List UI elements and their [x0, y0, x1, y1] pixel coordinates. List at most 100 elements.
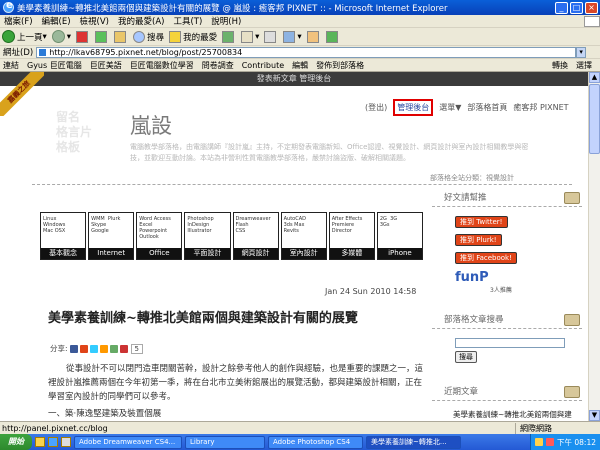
contribute-button[interactable]: Contribute: [242, 61, 284, 70]
menubar: 檔案(F) 編輯(E) 檢視(V) 我的最愛(A) 工具(T) 說明(H): [0, 15, 600, 28]
recent-widget-title: 近期文章: [432, 384, 582, 401]
directory-link[interactable]: 部落格首頁: [467, 102, 507, 113]
vertical-scrollbar[interactable]: ▲ ▼: [588, 72, 600, 421]
category-multimedia[interactable]: After Effects Premiere Director 多媒體: [328, 212, 375, 260]
tray-icon[interactable]: [546, 438, 554, 446]
stop-icon: [76, 30, 89, 43]
category-graphic-design[interactable]: Photoshop InDesign Illustrator 平面設計: [184, 212, 231, 260]
category-web-design[interactable]: Dreamweaver Flash CSS 網頁設計: [232, 212, 279, 260]
address-label: 網址(D): [3, 48, 34, 58]
task-ie-active[interactable]: 美學素養訓練~轉推北...: [366, 435, 461, 449]
edit-page-button[interactable]: 編輯: [292, 60, 308, 71]
share-row: 分享: 5: [50, 343, 143, 354]
menu-edit[interactable]: 編輯(E): [42, 15, 71, 27]
logout-link[interactable]: (登出): [365, 102, 387, 113]
task-photoshop[interactable]: Adobe Photoshop CS4: [268, 435, 363, 449]
blog-search-input[interactable]: [455, 338, 565, 348]
facebook-button[interactable]: 推到 Facebook!: [455, 252, 517, 264]
quicklaunch-icon[interactable]: [35, 437, 45, 447]
category-iphone[interactable]: 2G 3G 3Gs iPhone: [376, 212, 423, 260]
pixnet-link[interactable]: 癒客邦 PIXNET: [513, 102, 568, 113]
address-input[interactable]: http://lkav68795.pixnet.net/blog/post/25…: [36, 46, 577, 58]
stop-button[interactable]: [76, 30, 90, 43]
link-gyus[interactable]: Gyus 巨匠電腦: [27, 60, 82, 71]
task-dreamweaver[interactable]: Adobe Dreamweaver CS4...: [74, 435, 182, 449]
category-basics[interactable]: Linux Windows Mac OSX 基本觀念: [40, 212, 87, 260]
share-icon[interactable]: [109, 344, 118, 353]
facebook-icon[interactable]: [69, 344, 78, 353]
favorites-button[interactable]: 我的最愛: [169, 30, 217, 43]
blog-top-nav[interactable]: 發表新文章 管理後台: [0, 72, 588, 86]
scroll-up-button[interactable]: ▲: [589, 72, 600, 83]
ie-icon: [3, 0, 14, 13]
blog-title[interactable]: 嵐設: [130, 110, 172, 140]
select-button[interactable]: 選擇: [576, 60, 592, 71]
history-button[interactable]: [222, 30, 236, 43]
category-internet[interactable]: WMM Plurk Skype Google Internet: [88, 212, 135, 260]
forward-button[interactable]: ▾: [51, 30, 71, 43]
menu-file[interactable]: 檔案(F): [4, 15, 33, 27]
menu-help[interactable]: 說明(H): [211, 15, 241, 27]
link-elearning[interactable]: 巨匠電腦數位學習: [130, 60, 194, 71]
menu-favorites[interactable]: 我的最愛(A): [118, 15, 164, 27]
window-titlebar: 美學素養訓練~轉推北美館兩個與建築設計有關的展覽 @ 嵐設 : 癒客邦 PIXN…: [0, 0, 600, 15]
scroll-down-button[interactable]: ▼: [589, 410, 600, 421]
funp-logo[interactable]: funP: [455, 270, 489, 285]
edit-button[interactable]: ▾: [283, 30, 302, 43]
window-title: 美學素養訓練~轉推北美館兩個與建築設計有關的展覽 @ 嵐設 : 癒客邦 PIXN…: [17, 3, 448, 14]
admin-link[interactable]: 管理後台: [393, 99, 434, 116]
home-button[interactable]: [114, 30, 128, 43]
minimize-button[interactable]: _: [555, 1, 568, 14]
close-button[interactable]: ×: [585, 1, 598, 14]
discuss-icon: [306, 30, 319, 43]
blog-search-button[interactable]: 搜尋: [455, 351, 477, 363]
refresh-button[interactable]: [95, 30, 109, 43]
link-english[interactable]: 巨匠美語: [90, 60, 122, 71]
mail-icon: [241, 30, 254, 43]
twitter-icon[interactable]: [89, 344, 98, 353]
messenger-button[interactable]: [325, 30, 340, 43]
menu-view[interactable]: 檢視(V): [80, 15, 109, 27]
maximize-button[interactable]: □: [570, 1, 583, 14]
start-button[interactable]: 開始: [0, 434, 32, 450]
plurk-button[interactable]: 推到 Plurk!: [455, 234, 502, 246]
page-icon: [39, 48, 47, 56]
convert-button[interactable]: 轉換: [552, 60, 568, 71]
blog-category[interactable]: 部落格全站分類：視覺設計: [430, 173, 514, 183]
printer-icon: [264, 30, 277, 43]
ghost-text: 留名 格言片 格板: [56, 110, 93, 154]
system-tray: 下午 08:12: [530, 434, 600, 450]
clock: 下午 08:12: [557, 437, 596, 447]
print-button[interactable]: [264, 30, 278, 43]
book-icon: [564, 192, 580, 204]
recent-post-link[interactable]: 美學素養訓練~轉推北美館兩個與建: [453, 409, 572, 420]
plurk-icon[interactable]: [79, 344, 88, 353]
link-survey[interactable]: 問卷調查: [202, 60, 234, 71]
category-interior-design[interactable]: AutoCAD 3ds Max Revits 室內設計: [280, 212, 327, 260]
search-button[interactable]: 搜尋: [133, 30, 164, 43]
category-office[interactable]: Word Access Excel Powerpoint Outlook Offi…: [136, 212, 183, 260]
menu-tools[interactable]: 工具(T): [173, 15, 202, 27]
security-zone: 網際網路: [515, 422, 600, 434]
task-library[interactable]: Library: [185, 435, 265, 449]
share-count: 5: [130, 343, 143, 354]
mail-button[interactable]: ▾: [241, 30, 259, 43]
address-dropdown-button[interactable]: ▾: [576, 46, 587, 58]
funp-icon[interactable]: [119, 344, 128, 353]
ie-quicklaunch-icon[interactable]: [48, 437, 58, 447]
post-to-blog-button[interactable]: 發佈到部落格: [316, 60, 364, 71]
search-icon: [133, 30, 146, 43]
edit-icon: [283, 30, 296, 43]
desktop-icon[interactable]: [61, 437, 71, 447]
bookmark-icon[interactable]: [99, 344, 108, 353]
corner-ribbon[interactable]: 嘉義之旅: [0, 72, 44, 116]
post-title[interactable]: 美學素養訓練~轉推北美館兩個與建築設計有關的展覽: [48, 307, 358, 326]
tray-icon[interactable]: [535, 438, 543, 446]
star-icon: [169, 30, 182, 43]
twitter-button[interactable]: 推到 Twitter!: [455, 216, 508, 228]
back-button[interactable]: 上一頁 ▾: [2, 30, 47, 43]
menu-link[interactable]: 選單▼: [439, 102, 461, 113]
discuss-button[interactable]: [306, 30, 321, 43]
scroll-thumb[interactable]: [589, 84, 600, 154]
divider: [32, 184, 572, 185]
